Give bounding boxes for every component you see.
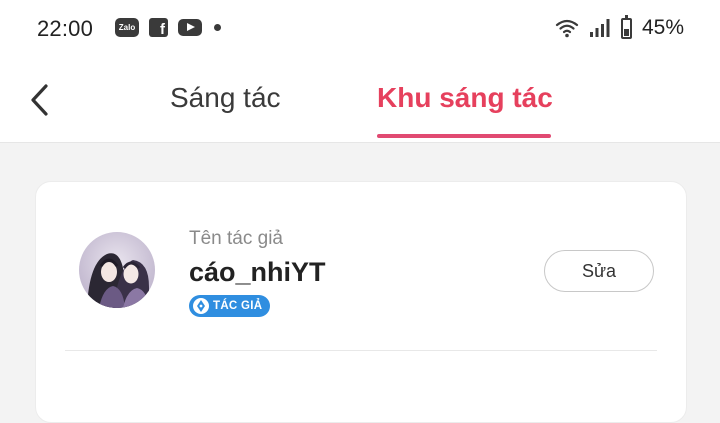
- pen-nib-icon: [193, 298, 209, 314]
- battery-icon: [620, 14, 632, 39]
- edit-button[interactable]: Sửa: [544, 250, 654, 292]
- zalo-icon-label: Zalo: [118, 23, 136, 32]
- badge-label: TÁC GIẢ: [213, 300, 263, 312]
- tab-sang-tac[interactable]: Sáng tác: [170, 82, 281, 114]
- active-tab-indicator: [377, 134, 551, 138]
- status-time: 22:00: [37, 16, 94, 41]
- zalo-icon: Zalo: [115, 18, 139, 37]
- divider: [65, 350, 657, 351]
- facebook-icon: f: [149, 18, 168, 37]
- notification-icons: Zalo f: [115, 18, 221, 37]
- system-icons: 45%: [555, 14, 684, 40]
- tab-khu-sang-tac[interactable]: Khu sáng tác: [377, 82, 553, 114]
- youtube-icon: [178, 19, 202, 36]
- author-name: cáo_nhiYT: [189, 257, 326, 287]
- dot-icon: [214, 24, 221, 31]
- avatar[interactable]: [79, 232, 155, 308]
- facebook-icon-glyph: f: [160, 21, 165, 38]
- signal-icon: [589, 19, 610, 37]
- avatar-image: [79, 232, 155, 308]
- wifi-icon: [555, 19, 579, 38]
- battery-percent: 45%: [641, 16, 684, 39]
- author-badge: TÁC GIẢ: [189, 295, 271, 317]
- status-bar: 22:00 Zalo f 45%: [0, 0, 720, 62]
- battery-fill: [623, 28, 629, 36]
- author-card: Tên tác giả cáo_nhiYT TÁC GIẢ Sửa: [35, 181, 687, 423]
- chevron-left-icon[interactable]: [26, 80, 56, 120]
- author-name-label: Tên tác giả: [189, 228, 283, 249]
- top-navigation: Sáng tác Khu sáng tác: [0, 62, 720, 143]
